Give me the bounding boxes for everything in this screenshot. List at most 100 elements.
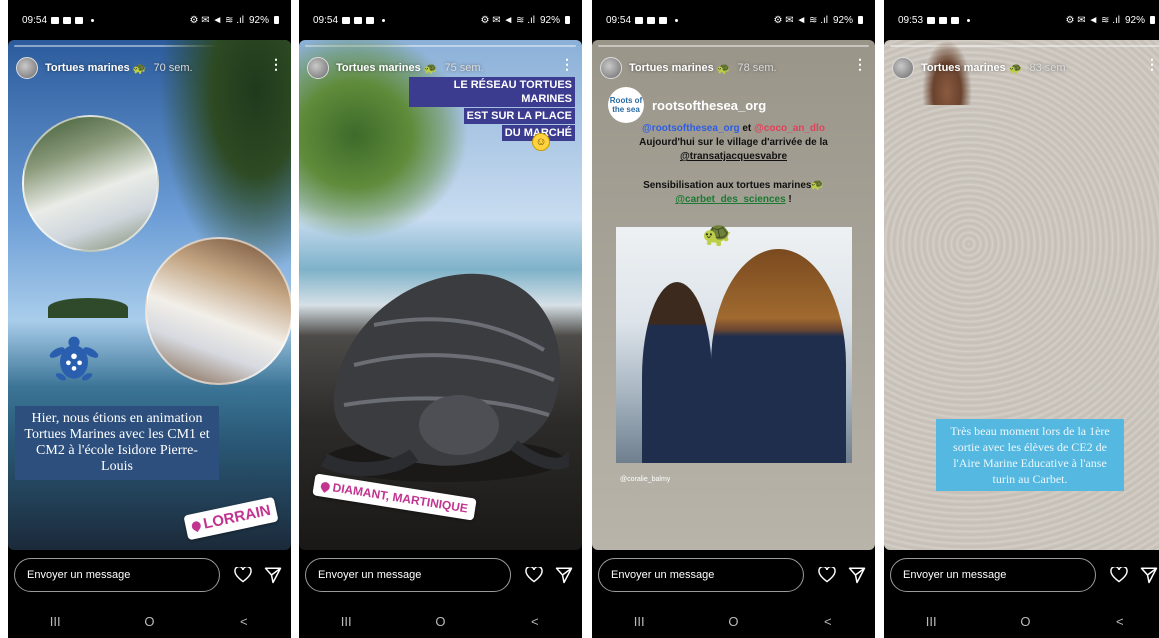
message-input[interactable] [305,558,511,592]
status-time: 09:54 [606,14,632,26]
avatar[interactable] [892,57,914,79]
text-fragment: Sensibilisation aux tortues marines [643,180,812,191]
status-bar: 09:54 ⚙ ✉ ◄ ≋ .ıl 92% [8,0,291,40]
story-screen-1: 09:54 ⚙ ✉ ◄ ≋ .ıl 92% Tortues marines 🐢 7… [8,0,291,638]
notification-icon [51,16,60,24]
back-button[interactable]: < [808,614,848,629]
person-image [711,249,846,463]
battery-icon [1150,16,1155,24]
reply-bar [299,555,582,595]
send-icon[interactable] [1140,566,1158,584]
story-content[interactable]: Tortues marines 🐢 75 sem. ⋮ LE RÉSEAU TO… [299,40,582,550]
battery-icon [565,16,570,24]
notification-icon [635,16,644,24]
turtle-emoji-icon: 🐢 [810,179,824,191]
message-input[interactable] [14,558,220,592]
battery-level: 92% [539,14,560,26]
username[interactable]: Tortues marines [629,62,714,74]
back-button[interactable]: < [224,614,264,629]
send-icon[interactable] [848,566,866,584]
reply-bar [8,555,291,595]
heart-icon[interactable] [234,566,252,584]
battery-level: 92% [1124,14,1145,26]
signal-icon: ⚙ ✉ ◄ ≋ .ıl [773,14,828,26]
notification-icon [647,16,656,24]
status-time: 09:53 [898,14,924,26]
notification-icon [63,16,72,24]
system-nav-bar: III O < [592,605,875,638]
username[interactable]: Tortues marines [45,62,130,74]
more-vertical-icon[interactable]: ⋮ [1145,57,1159,71]
shared-account-header[interactable]: Roots of the sea rootsofthesea_org [608,87,766,123]
notification-icon [659,16,668,24]
home-button[interactable]: O [713,614,753,629]
dot-icon [382,18,386,22]
send-icon[interactable] [555,566,573,584]
home-button[interactable]: O [420,614,460,629]
username[interactable]: Tortues marines [336,62,421,74]
username[interactable]: Tortues marines [921,62,1006,74]
recents-button[interactable]: III [619,614,659,629]
shared-account-name[interactable]: rootsofthesea_org [652,98,766,113]
home-button[interactable]: O [1005,614,1045,629]
mention-link[interactable]: @rootsofthesea_org [642,123,740,134]
roots-of-the-sea-logo: Roots of the sea [608,87,644,123]
more-vertical-icon[interactable]: ⋮ [853,57,867,71]
story-caption: Hier, nous étions en animation Tortues M… [15,406,219,480]
mention-link[interactable]: @carbet_des_sciences [675,194,785,205]
status-bar: 09:54 ⚙ ✉ ◄ ≋ .ıl 92% [592,0,875,40]
message-input[interactable] [598,558,804,592]
notification-icon [75,16,84,24]
story-content[interactable]: Tortues marines 🐢 78 sem. ⋮ Roots of the… [592,40,875,550]
back-button[interactable]: < [515,614,555,629]
system-nav-bar: III O < [8,605,291,638]
story-screen-3: 09:54 ⚙ ✉ ◄ ≋ .ıl 92% Tortues marines 🐢 7… [592,0,875,638]
home-button[interactable]: O [129,614,169,629]
battery-icon [274,16,279,24]
recents-button[interactable]: III [35,614,75,629]
avatar[interactable] [600,57,622,79]
heart-icon[interactable] [525,566,543,584]
signal-icon: ⚙ ✉ ◄ ≋ .ıl [480,14,535,26]
battery-level: 92% [248,14,269,26]
signal-icon: ⚙ ✉ ◄ ≋ .ıl [189,14,244,26]
photo-credit[interactable]: @coralie_balmy [620,476,670,483]
location-sticker[interactable]: LORRAIN [183,496,279,541]
leatherback-turtle-image [320,273,569,482]
story-progress-bar [598,45,869,47]
system-nav-bar: III O < [299,605,582,638]
more-vertical-icon[interactable]: ⋮ [269,57,283,71]
story-screen-2: 09:54 ⚙ ✉ ◄ ≋ .ıl 92% Tortues marines 🐢 7… [299,0,582,638]
dot-icon [967,18,971,22]
smiley-emoji-icon: ☺ [532,133,550,151]
heart-icon[interactable] [818,566,836,584]
reply-bar [592,555,875,595]
heart-icon[interactable] [1110,566,1128,584]
location-pin-icon [319,479,332,493]
story-content[interactable]: Tortues marines 🐢 70 sem. ⋮ Hier, nous é… [8,40,291,550]
send-icon[interactable] [264,566,282,584]
story-screen-4: 09:53 ⚙ ✉ ◄ ≋ .ıl 92% Tortues marines 🐢 8… [884,0,1159,638]
story-time: 75 sem. [444,62,484,74]
story-header: Tortues marines 🐢 70 sem. ⋮ [16,53,283,83]
mention-link[interactable]: @transatjacquesvabre [680,151,787,162]
recents-button[interactable]: III [911,614,951,629]
battery-icon [858,16,863,24]
more-vertical-icon[interactable]: ⋮ [560,57,574,71]
system-nav-bar: III O < [884,605,1159,638]
status-time: 09:54 [22,14,48,26]
classroom-photo [145,237,291,385]
story-content[interactable]: Tortues marines 🐢 83 sem. ⋮ Très beau mo… [884,40,1159,550]
back-button[interactable]: < [1100,614,1140,629]
notification-icon [939,16,948,24]
avatar[interactable] [307,57,329,79]
dot-icon [91,18,95,22]
mention-link[interactable]: @coco_an_dlo [754,123,825,134]
person-image [642,282,712,463]
message-input[interactable] [890,558,1096,592]
story-header: Tortues marines 🐢 78 sem. ⋮ [600,53,867,83]
avatar[interactable] [16,57,38,79]
turtle-illustration-icon [49,336,99,381]
recents-button[interactable]: III [326,614,366,629]
turtle-emoji-icon: 🐢 [423,62,438,75]
